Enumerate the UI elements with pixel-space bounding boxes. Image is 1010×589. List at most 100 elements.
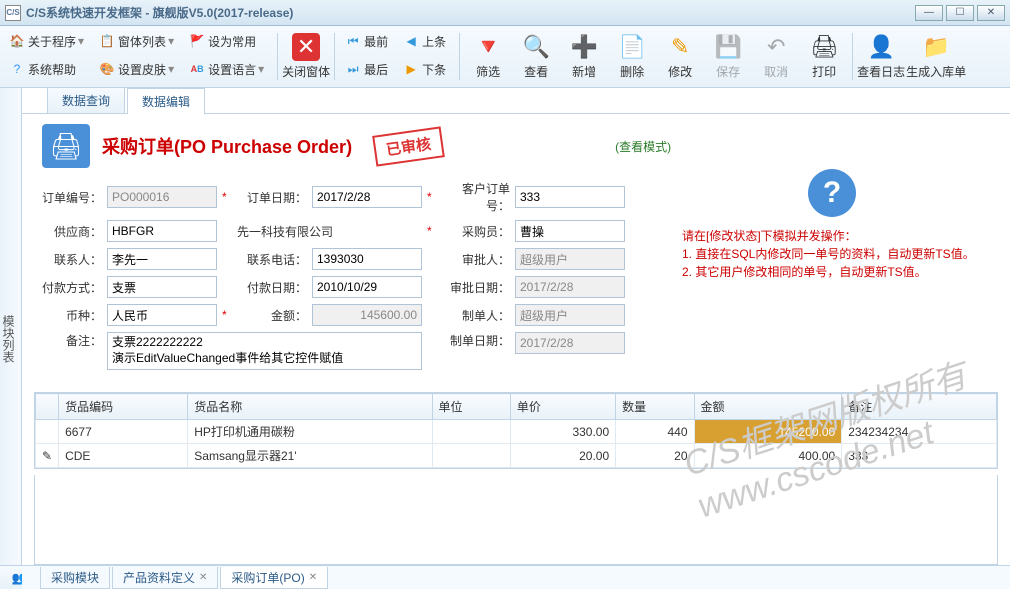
- close-icon[interactable]: ✕: [199, 572, 207, 583]
- side-tab-modules[interactable]: 模块列表: [0, 88, 22, 565]
- lbl-paymethod: 付款方式：: [42, 279, 102, 296]
- hint-box: ? 请在[修改状态]下模拟并发操作： 1. 直接在SQL内修改同一单号的资料，自…: [682, 169, 982, 281]
- grid-header: 货品编码货品名称 单位单价 数量金额 备注: [36, 394, 997, 420]
- view-mode-label: (查看模式): [615, 138, 671, 155]
- add-icon: ➕: [570, 33, 598, 61]
- detail-grid[interactable]: 货品编码货品名称 单位单价 数量金额 备注 6677HP打印机通用碳粉 330.…: [34, 392, 998, 469]
- lbl-custorder: 客户订单号：: [442, 180, 510, 214]
- close-button[interactable]: ✕: [977, 5, 1005, 21]
- lbl-makedate: 制单日期：: [442, 332, 510, 349]
- gen-in-button[interactable]: 📁生成入库单: [906, 27, 966, 85]
- about-button[interactable]: 🏠关于程序▾: [3, 27, 90, 55]
- input-approvedate[interactable]: [515, 276, 625, 298]
- add-button[interactable]: ➕新增: [561, 27, 607, 85]
- lbl-phone: 联系电话：: [237, 251, 307, 268]
- close-icon[interactable]: ✕: [309, 572, 317, 583]
- po-icon: 🖨: [42, 124, 90, 168]
- question-icon: ?: [808, 169, 856, 217]
- window-title: C/S系统快速开发框架 - 旗舰版V5.0(2017-release): [26, 4, 912, 21]
- delete-icon: 📄: [618, 33, 646, 61]
- lbl-amount: 金额：: [237, 307, 307, 324]
- input-currency[interactable]: [107, 304, 217, 326]
- skin-button[interactable]: 🎨设置皮肤▾: [93, 55, 180, 83]
- input-makedate[interactable]: [515, 332, 625, 354]
- inner-tabs: 数据查询 数据编辑: [22, 88, 1010, 114]
- next-button[interactable]: ▶下条: [397, 55, 452, 83]
- input-paymethod[interactable]: [107, 276, 217, 298]
- input-supplier[interactable]: [107, 220, 217, 242]
- approved-stamp: 已审核: [372, 126, 445, 166]
- tab-product-def[interactable]: 产品资料定义✕: [112, 567, 218, 589]
- first-icon: ⏮: [345, 33, 361, 49]
- grid-empty-area: [34, 475, 998, 565]
- input-custorder[interactable]: [515, 186, 625, 208]
- main-toolbar: 🏠关于程序▾ ?系统帮助 📋窗体列表▾ 🎨设置皮肤▾ 🚩设为常用 AB设置语言▾…: [0, 26, 1010, 88]
- input-maker[interactable]: [515, 304, 625, 326]
- lang-button[interactable]: AB设置语言▾: [183, 55, 270, 83]
- input-paydate[interactable]: [312, 276, 422, 298]
- maximize-button[interactable]: ☐: [946, 5, 974, 21]
- supplier-name: 先一科技有限公司: [237, 223, 422, 240]
- delete-button[interactable]: 📄删除: [609, 27, 655, 85]
- tab-purchase-module[interactable]: 采购模块: [40, 567, 110, 589]
- lbl-approvedate: 审批日期：: [442, 279, 510, 296]
- print-button[interactable]: 🖨打印: [801, 27, 847, 85]
- prev-button[interactable]: ◀上条: [397, 27, 452, 55]
- input-contact[interactable]: [107, 248, 217, 270]
- title-bar: C/S C/S系统快速开发框架 - 旗舰版V5.0(2017-release) …: [0, 0, 1010, 26]
- minimize-button[interactable]: —: [915, 5, 943, 21]
- hint-line2: 2. 其它用户修改相同的单号，自动更新TS值。: [682, 263, 982, 281]
- first-button[interactable]: ⏮最前: [339, 27, 394, 55]
- cancel-button[interactable]: ↶取消: [753, 27, 799, 85]
- log-icon: 👤: [867, 33, 895, 61]
- lbl-orderno: 订单编号：: [42, 189, 102, 206]
- input-amount[interactable]: [312, 304, 422, 326]
- filter-button[interactable]: 🔻筛选: [465, 27, 511, 85]
- lbl-remark: 备注：: [42, 332, 102, 349]
- dropdown-icon: ▾: [78, 34, 84, 48]
- save-icon: 💾: [714, 33, 742, 61]
- input-buyer[interactable]: [515, 220, 625, 242]
- tab-po[interactable]: 采购订单(PO)✕: [220, 567, 328, 589]
- skin-icon: 🎨: [99, 61, 115, 77]
- log-button[interactable]: 👤查看日志: [858, 27, 904, 85]
- lbl-approver: 审批人：: [442, 251, 510, 268]
- table-row[interactable]: 6677HP打印机通用碳粉 330.00 440145200.00 234234…: [36, 420, 997, 444]
- lbl-supplier: 供应商：: [42, 223, 102, 240]
- hint-line1: 1. 直接在SQL内修改同一单号的资料，自动更新TS值。: [682, 245, 982, 263]
- input-remark[interactable]: 支票2222222222 演示EditValueChanged事件给其它控件赋值: [107, 332, 422, 370]
- table-row[interactable]: ✎ CDESamsang显示器21' 20.00 20400.00 333: [36, 444, 997, 468]
- view-button[interactable]: 🔍查看: [513, 27, 559, 85]
- tab-edit[interactable]: 数据编辑: [127, 88, 205, 114]
- lbl-orderdate: 订单日期：: [237, 189, 307, 206]
- set-default-button[interactable]: 🚩设为常用: [183, 27, 270, 55]
- page-title: 采购订单(PO Purchase Order): [102, 133, 352, 159]
- input-orderdate[interactable]: [312, 186, 422, 208]
- close-red-icon: ✕: [292, 33, 320, 61]
- last-button[interactable]: ⏭最后: [339, 55, 394, 83]
- undo-icon: ↶: [762, 33, 790, 61]
- window-list-button[interactable]: 📋窗体列表▾: [93, 27, 180, 55]
- lbl-paydate: 付款日期：: [237, 279, 307, 296]
- row-indicator-icon: ✎: [36, 444, 59, 468]
- home-icon: 🏠: [9, 33, 25, 49]
- flag-icon: 🚩: [189, 33, 205, 49]
- filter-icon: 🔻: [474, 33, 502, 61]
- input-approver[interactable]: [515, 248, 625, 270]
- help-icon: ?: [9, 61, 25, 77]
- help-button[interactable]: ?系统帮助: [3, 55, 90, 83]
- input-orderno[interactable]: [107, 186, 217, 208]
- req-icon: *: [222, 190, 232, 204]
- print-icon: 🖨: [810, 33, 838, 61]
- input-phone[interactable]: [312, 248, 422, 270]
- prev-icon: ◀: [403, 33, 419, 49]
- edit-button[interactable]: ✎修改: [657, 27, 703, 85]
- tab-query[interactable]: 数据查询: [47, 87, 125, 113]
- next-icon: ▶: [403, 61, 419, 77]
- bottom-tabs: 采购模块 产品资料定义✕ 采购订单(PO)✕: [22, 565, 1010, 589]
- edit-icon: ✎: [666, 33, 694, 61]
- close-window-button[interactable]: ✕关闭窗体: [283, 27, 329, 85]
- lbl-currency: 币种：: [42, 307, 102, 324]
- save-button[interactable]: 💾保存: [705, 27, 751, 85]
- form-area: 🖨 采购订单(PO Purchase Order) 已审核 (查看模式) 订单编…: [22, 114, 1010, 386]
